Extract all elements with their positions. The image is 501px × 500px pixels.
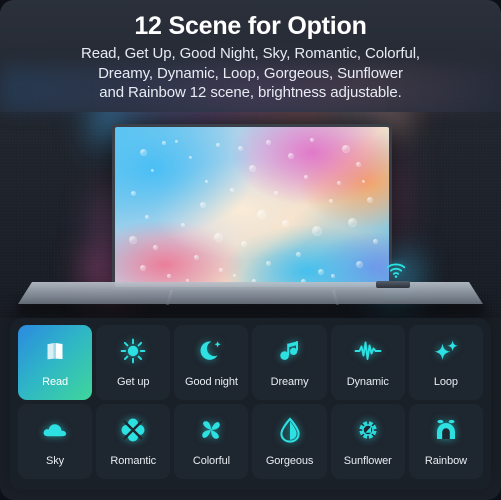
console-shadow <box>18 302 483 318</box>
scene-tile-label: Loop <box>433 376 458 388</box>
scene-tile-label: Romantic <box>110 455 157 467</box>
scene-tile-sunflower[interactable]: Sunflower <box>330 404 405 479</box>
smart-device <box>376 281 410 288</box>
scene-grid: Read Get up Good night Dreamy Dynamic Lo… <box>18 325 483 479</box>
scene-tile-label: Get up <box>117 376 150 388</box>
scene-tile-rainbow[interactable]: Rainbow <box>408 404 483 479</box>
scene-tile-gorgeous[interactable]: Gorgeous <box>252 404 327 479</box>
wifi-icon <box>386 263 406 278</box>
scene-tile-dreamy[interactable]: Dreamy <box>252 325 327 400</box>
page-subtitle: Read, Get Up, Good Night, Sky, Romantic,… <box>0 44 501 103</box>
scene-tile-label: Rainbow <box>424 455 467 467</box>
page-title: 12 Scene for Option <box>134 12 367 40</box>
television <box>112 124 392 290</box>
scene-tile-get-up[interactable]: Get up <box>96 325 171 400</box>
scene-tile-label: Read <box>42 376 69 388</box>
moon-icon <box>197 337 225 365</box>
tv-wallpaper-bubbles <box>115 127 389 287</box>
scene-tile-loop[interactable]: Loop <box>408 325 483 400</box>
sparkles-icon <box>432 337 460 365</box>
tv-screen <box>115 127 389 287</box>
waveform-icon <box>354 337 382 365</box>
droplet-icon <box>276 416 304 444</box>
scene-tile-romantic[interactable]: Romantic <box>96 404 171 479</box>
scene-selector-panel: Read Get up Good night Dreamy Dynamic Lo… <box>10 318 491 490</box>
pinwheel-icon <box>197 416 225 444</box>
scene-tile-label: Sky <box>46 455 65 467</box>
scene-tile-dynamic[interactable]: Dynamic <box>330 325 405 400</box>
scene-tile-read[interactable]: Read <box>18 325 93 400</box>
room-scene-photo <box>0 106 501 318</box>
rainbow-arch-icon <box>432 416 460 444</box>
tv-console <box>18 282 483 304</box>
scene-tile-label: Colorful <box>192 455 230 467</box>
scene-tile-label: Good night <box>184 376 238 388</box>
book-icon <box>41 337 69 365</box>
promo-card: 12 Scene for Option Read, Get Up, Good N… <box>0 0 501 500</box>
scene-tile-label: Dreamy <box>270 376 309 388</box>
scene-tile-label: Gorgeous <box>265 455 314 467</box>
sun-icon <box>119 337 147 365</box>
scene-tile-label: Sunflower <box>343 455 392 467</box>
subtitle-line-3: and Rainbow 12 scene, brightness adjusta… <box>99 84 402 101</box>
clover-icon <box>119 416 147 444</box>
subtitle-line-2: Dreamy, Dynamic, Loop, Gorgeous, Sunflow… <box>98 64 403 82</box>
scene-tile-colorful[interactable]: Colorful <box>174 404 249 479</box>
scene-tile-sky[interactable]: Sky <box>18 404 93 479</box>
music-note-icon <box>276 337 304 365</box>
flower-gear-icon <box>354 416 382 444</box>
subtitle-line-1: Read, Get Up, Good Night, Sky, Romantic,… <box>80 45 421 62</box>
scene-tile-good-night[interactable]: Good night <box>174 325 249 400</box>
header-banner: 12 Scene for Option Read, Get Up, Good N… <box>0 0 501 112</box>
scene-tile-label: Dynamic <box>346 376 389 388</box>
cloud-icon <box>41 416 69 444</box>
